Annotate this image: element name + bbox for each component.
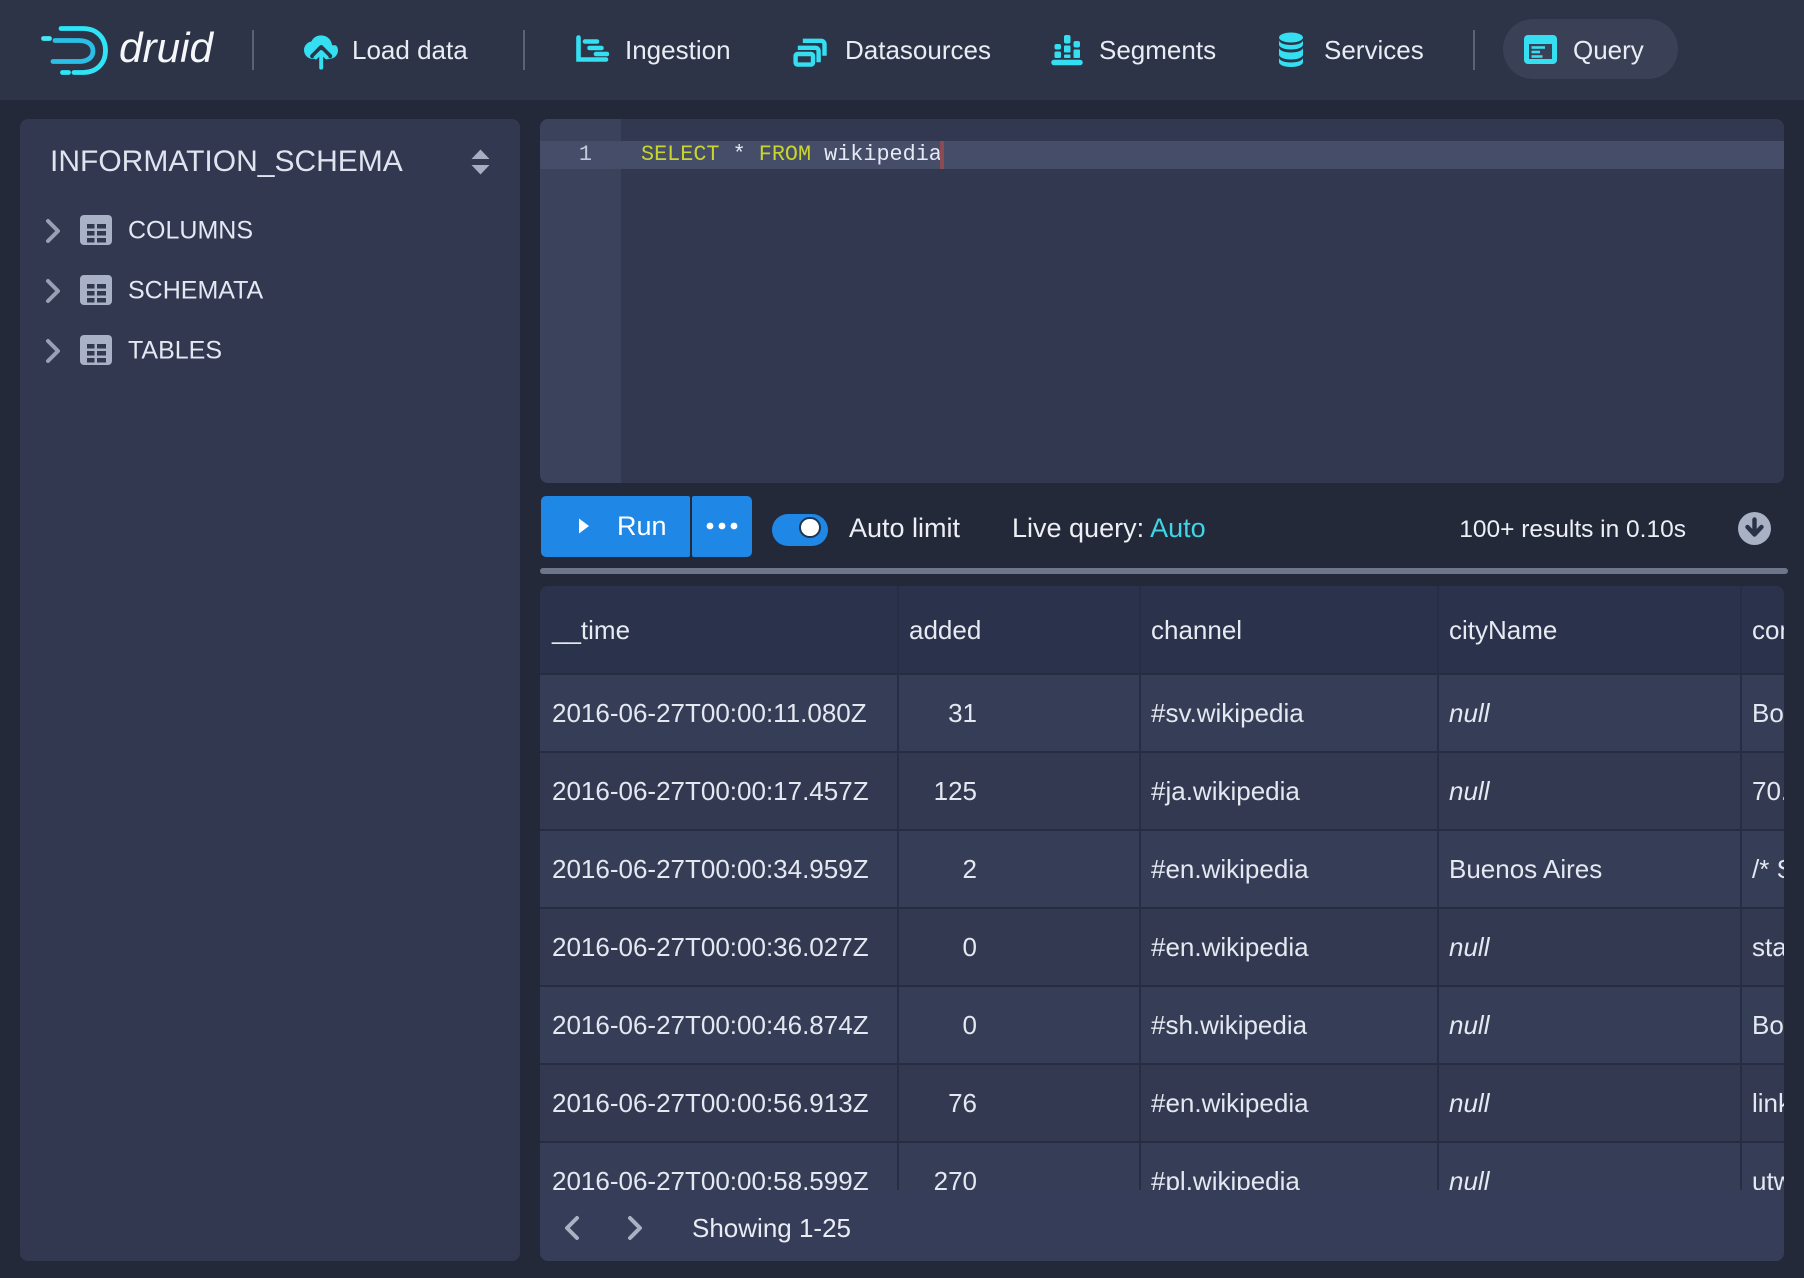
svg-text:druid: druid (119, 24, 215, 71)
